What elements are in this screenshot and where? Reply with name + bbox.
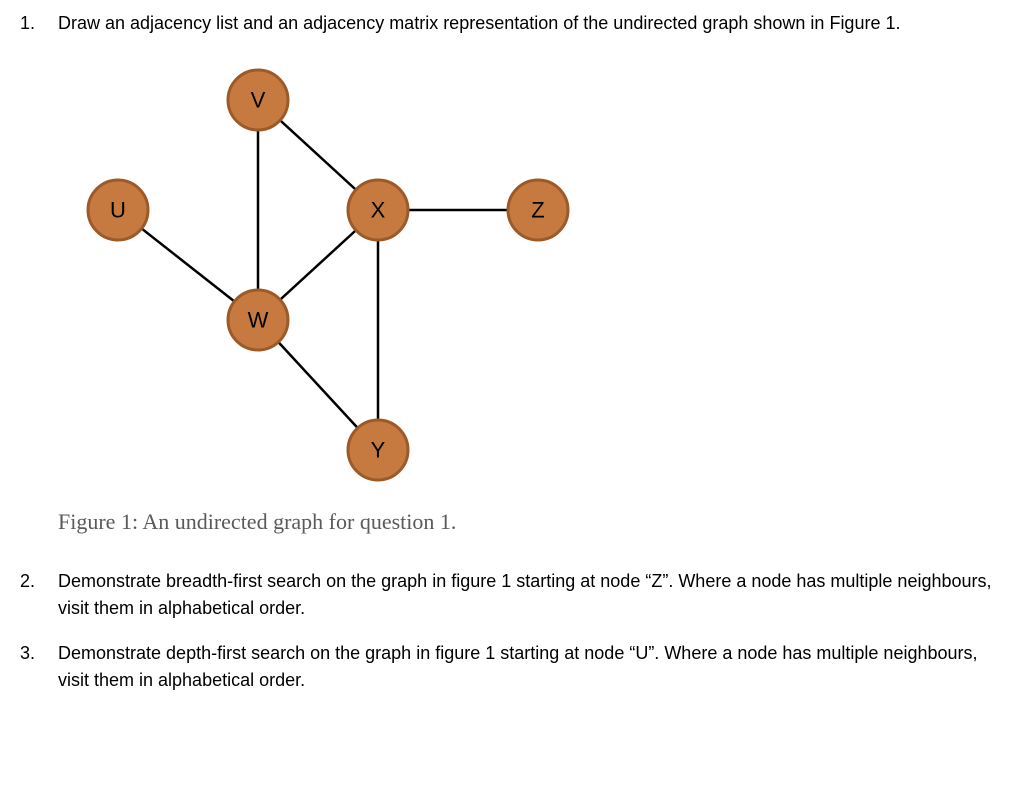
node-w: W — [228, 290, 288, 350]
node-y: Y — [348, 420, 408, 480]
question-text: Demonstrate depth-first search on the gr… — [58, 640, 1004, 694]
svg-text:Z: Z — [531, 198, 544, 223]
question-text: Demonstrate breadth-first search on the … — [58, 568, 1004, 622]
node-x: X — [348, 180, 408, 240]
question-1: 1. Draw an adjacency list and an adjacen… — [20, 10, 1004, 37]
question-number: 3. — [20, 640, 58, 694]
svg-text:X: X — [371, 198, 386, 223]
question-text: Draw an adjacency list and an adjacency … — [58, 10, 1004, 37]
svg-text:U: U — [110, 198, 126, 223]
figure-caption: Figure 1: An undirected graph for questi… — [58, 505, 1004, 538]
svg-text:Y: Y — [371, 438, 386, 463]
graph-svg: U V W X Y Z — [58, 55, 618, 495]
node-u: U — [88, 180, 148, 240]
svg-text:W: W — [248, 308, 269, 333]
question-2: 2. Demonstrate breadth-first search on t… — [20, 568, 1004, 622]
graph-edges — [118, 100, 538, 450]
question-number: 2. — [20, 568, 58, 622]
question-number: 1. — [20, 10, 58, 37]
figure-1: U V W X Y Z — [58, 55, 1004, 495]
svg-text:V: V — [251, 88, 266, 113]
question-3: 3. Demonstrate depth-first search on the… — [20, 640, 1004, 694]
node-v: V — [228, 70, 288, 130]
node-z: Z — [508, 180, 568, 240]
